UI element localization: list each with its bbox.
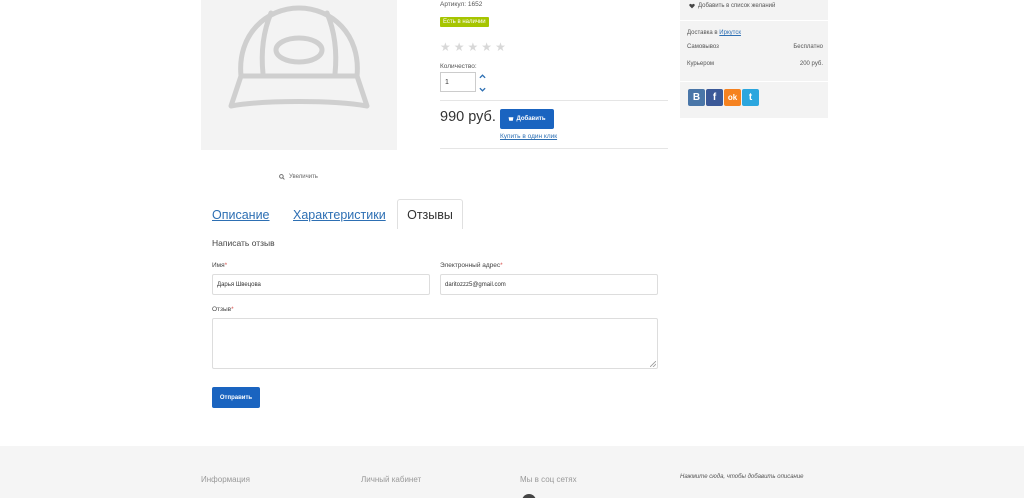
footer-info-heading: Информация (201, 475, 250, 484)
star-icon[interactable]: ★ (454, 41, 465, 53)
social-icon[interactable] (522, 494, 536, 498)
add-to-cart-label: Добавить (516, 116, 546, 122)
twitter-icon[interactable]: t (742, 89, 759, 106)
delivery-price: Бесплатно (793, 44, 823, 50)
delivery-box: Добавить в список желаний Доставка в Ирк… (680, 0, 828, 118)
name-field[interactable]: Дарья Швецова (212, 274, 430, 295)
divider (680, 20, 828, 21)
search-icon (279, 174, 285, 180)
delivery-row-pickup: Самовывоз Бесплатно (687, 44, 823, 50)
required-mark: * (224, 262, 228, 269)
add-to-cart-button[interactable]: Добавить (500, 109, 554, 129)
quantity-label: Количество: (440, 63, 477, 70)
footer-social-heading: Мы в соц сетях (520, 475, 577, 484)
product-tabs: Описание Характеристики Отзывы (211, 199, 671, 229)
review-label: Отзыв* (212, 306, 234, 313)
submit-review-button[interactable]: Отправить (212, 387, 260, 408)
wishlist-label: Добавить в список желаний (698, 3, 776, 9)
heart-icon (689, 3, 695, 9)
required-mark: * (500, 262, 503, 269)
chevron-down-icon[interactable] (478, 87, 486, 92)
zoom-link[interactable]: Увеличить (279, 174, 318, 180)
rating-stars[interactable]: ★ ★ ★ ★ ★ (440, 41, 506, 53)
required-mark: * (231, 306, 234, 313)
tab-specs[interactable]: Характеристики (293, 208, 386, 222)
email-field[interactable]: daritozzz5@gmail.com (440, 274, 658, 295)
quantity-stepper[interactable] (478, 74, 486, 92)
divider (440, 100, 668, 101)
review-label-text: Отзыв (212, 306, 232, 313)
chevron-up-icon[interactable] (478, 74, 486, 79)
delivery-method: Курьером (687, 61, 715, 67)
tab-reviews[interactable]: Отзывы (397, 199, 463, 229)
odnoklassniki-icon[interactable]: ok (724, 89, 741, 106)
sku: Артикул: 1652 (440, 1, 483, 8)
facebook-icon[interactable]: f (706, 89, 723, 106)
delivery-row-courier: Курьером 200 руб. (687, 61, 823, 67)
name-label-text: Имя (212, 262, 225, 269)
vk-icon[interactable]: В (688, 89, 705, 106)
review-form-title: Написать отзыв (212, 238, 275, 248)
resize-handle-icon[interactable] (650, 361, 656, 367)
review-textarea[interactable] (212, 318, 658, 369)
star-icon[interactable]: ★ (495, 41, 506, 53)
delivery-label: Доставка в (687, 30, 718, 36)
email-label: Электронный адрес* (440, 262, 503, 269)
stock-badge: Есть в наличии (440, 17, 489, 27)
cap-image (228, 5, 370, 109)
star-icon[interactable]: ★ (481, 41, 492, 53)
cart-icon (509, 117, 514, 121)
buy-one-click-link[interactable]: Купить в один клик (500, 133, 557, 140)
star-icon[interactable]: ★ (440, 41, 451, 53)
zoom-label: Увеличить (289, 174, 318, 180)
delivery-city: Доставка в Иркутск (687, 30, 741, 36)
delivery-method: Самовывоз (687, 44, 719, 50)
footer: Информация Личный кабинет Мы в соц сетях… (0, 446, 1024, 498)
price: 990 руб. (440, 109, 496, 125)
share-buttons: В f ok t (688, 89, 759, 106)
wishlist-link[interactable]: Добавить в список желаний (689, 3, 775, 9)
star-icon[interactable]: ★ (468, 41, 479, 53)
email-label-text: Электронный адрес (440, 262, 501, 269)
name-label: Имя* (212, 262, 227, 269)
quantity-input[interactable]: 1 (440, 72, 476, 92)
delivery-price: 200 руб. (799, 61, 823, 67)
tab-description[interactable]: Описание (212, 208, 270, 222)
product-image[interactable] (201, 0, 397, 150)
divider (680, 81, 828, 82)
footer-description[interactable]: Нажмите сюда, чтобы добавить описание (680, 474, 804, 480)
footer-account-heading: Личный кабинет (361, 475, 422, 484)
city-link[interactable]: Иркутск (719, 30, 741, 36)
divider (440, 148, 668, 149)
